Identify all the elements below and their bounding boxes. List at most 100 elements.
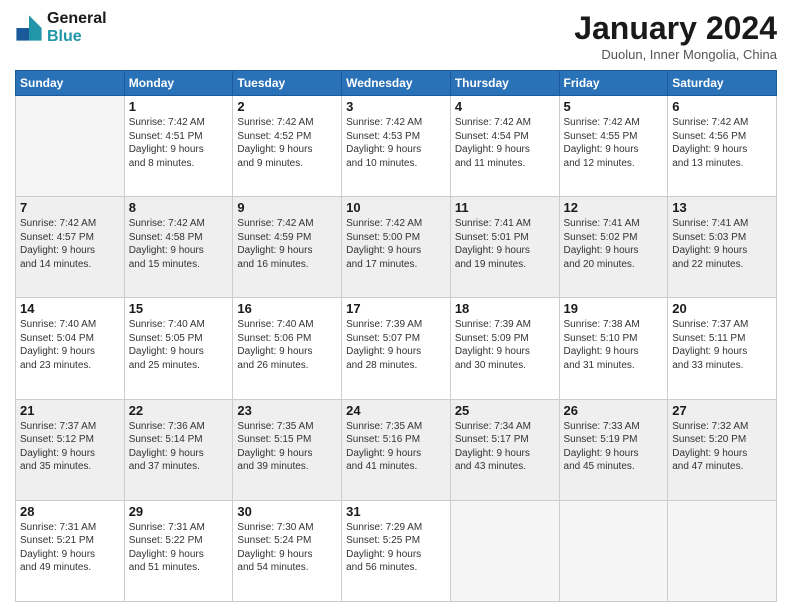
day-number: 26 bbox=[564, 403, 664, 418]
calendar-week-row: 21Sunrise: 7:37 AMSunset: 5:12 PMDayligh… bbox=[16, 399, 777, 500]
day-number: 10 bbox=[346, 200, 446, 215]
calendar-cell: 5 Sunrise: 7:42 AMSunset: 4:55 PMDaylight… bbox=[559, 96, 668, 197]
calendar-cell: 30Sunrise: 7:30 AMSunset: 5:24 PMDayligh… bbox=[233, 500, 342, 601]
day-info: Sunrise: 7:42 AMSunset: 4:59 PMDaylight:… bbox=[237, 217, 337, 271]
day-info: Sunrise: 7:36 AMSunset: 5:14 PMDaylight:… bbox=[129, 420, 229, 474]
day-number: 22 bbox=[129, 403, 229, 418]
calendar-cell bbox=[559, 500, 668, 601]
calendar-day-header: Thursday bbox=[450, 71, 559, 96]
day-number: 21 bbox=[20, 403, 120, 418]
calendar-cell: 9 Sunrise: 7:42 AMSunset: 4:59 PMDaylight… bbox=[233, 197, 342, 298]
calendar-cell: 10 Sunrise: 7:42 AMSunset: 5:00 PMDayligh… bbox=[342, 197, 451, 298]
day-number: 4 bbox=[455, 99, 555, 114]
calendar-cell: 3Sunrise: 7:42 AMSunset: 4:53 PMDaylight… bbox=[342, 96, 451, 197]
page: General Blue January 2024 Duolun, Inner … bbox=[0, 0, 792, 612]
calendar-cell bbox=[450, 500, 559, 601]
calendar-cell: 7 Sunrise: 7:42 AMSunset: 4:57 PMDaylight… bbox=[16, 197, 125, 298]
calendar-cell: 15Sunrise: 7:40 AMSunset: 5:05 PMDayligh… bbox=[124, 298, 233, 399]
calendar-day-header: Saturday bbox=[668, 71, 777, 96]
calendar-cell: 19 Sunrise: 7:38 AMSunset: 5:10 PMDayligh… bbox=[559, 298, 668, 399]
day-info: Sunrise: 7:31 AMSunset: 5:22 PMDaylight:… bbox=[129, 521, 229, 575]
day-info: Sunrise: 7:29 AMSunset: 5:25 PMDaylight:… bbox=[346, 521, 446, 575]
calendar-day-header: Tuesday bbox=[233, 71, 342, 96]
calendar-day-header: Monday bbox=[124, 71, 233, 96]
day-number: 3 bbox=[346, 99, 446, 114]
day-info: Sunrise: 7:42 AMSunset: 4:56 PMDaylight:… bbox=[672, 116, 772, 170]
day-number: 16 bbox=[237, 301, 337, 316]
calendar-week-row: 7 Sunrise: 7:42 AMSunset: 4:57 PMDaylight… bbox=[16, 197, 777, 298]
calendar-cell: 22 Sunrise: 7:36 AMSunset: 5:14 PMDayligh… bbox=[124, 399, 233, 500]
calendar-cell: 6 Sunrise: 7:42 AMSunset: 4:56 PMDaylight… bbox=[668, 96, 777, 197]
calendar-cell: 2 Sunrise: 7:42 AMSunset: 4:52 PMDaylight… bbox=[233, 96, 342, 197]
calendar-cell: 12 Sunrise: 7:41 AMSunset: 5:02 PMDayligh… bbox=[559, 197, 668, 298]
day-info: Sunrise: 7:40 AMSunset: 5:05 PMDaylight:… bbox=[129, 318, 229, 372]
day-number: 12 bbox=[564, 200, 664, 215]
day-info: Sunrise: 7:42 AMSunset: 4:54 PMDaylight:… bbox=[455, 116, 555, 170]
calendar-cell: 17Sunrise: 7:39 AMSunset: 5:07 PMDayligh… bbox=[342, 298, 451, 399]
day-info: Sunrise: 7:32 AMSunset: 5:20 PMDaylight:… bbox=[672, 420, 772, 474]
day-number: 19 bbox=[564, 301, 664, 316]
header: General Blue January 2024 Duolun, Inner … bbox=[15, 10, 777, 62]
day-number: 27 bbox=[672, 403, 772, 418]
day-number: 9 bbox=[237, 200, 337, 215]
day-number: 7 bbox=[20, 200, 120, 215]
calendar-cell: 29 Sunrise: 7:31 AMSunset: 5:22 PMDayligh… bbox=[124, 500, 233, 601]
calendar-cell: 16Sunrise: 7:40 AMSunset: 5:06 PMDayligh… bbox=[233, 298, 342, 399]
logo: General Blue bbox=[15, 10, 107, 46]
day-number: 31 bbox=[346, 504, 446, 519]
day-info: Sunrise: 7:39 AMSunset: 5:09 PMDaylight:… bbox=[455, 318, 555, 372]
day-info: Sunrise: 7:34 AMSunset: 5:17 PMDaylight:… bbox=[455, 420, 555, 474]
calendar-day-header: Sunday bbox=[16, 71, 125, 96]
day-info: Sunrise: 7:42 AMSunset: 4:57 PMDaylight:… bbox=[20, 217, 120, 271]
day-number: 13 bbox=[672, 200, 772, 215]
calendar-day-header: Wednesday bbox=[342, 71, 451, 96]
day-number: 20 bbox=[672, 301, 772, 316]
calendar-cell: 13 Sunrise: 7:41 AMSunset: 5:03 PMDayligh… bbox=[668, 197, 777, 298]
day-info: Sunrise: 7:35 AMSunset: 5:16 PMDaylight:… bbox=[346, 420, 446, 474]
day-number: 2 bbox=[237, 99, 337, 114]
calendar-cell: 28Sunrise: 7:31 AMSunset: 5:21 PMDayligh… bbox=[16, 500, 125, 601]
calendar-week-row: 1Sunrise: 7:42 AMSunset: 4:51 PMDaylight… bbox=[16, 96, 777, 197]
day-number: 8 bbox=[129, 200, 229, 215]
logo-text: General Blue bbox=[47, 10, 107, 46]
day-info: Sunrise: 7:42 AMSunset: 5:00 PMDaylight:… bbox=[346, 217, 446, 271]
day-info: Sunrise: 7:41 AMSunset: 5:03 PMDaylight:… bbox=[672, 217, 772, 271]
calendar-cell bbox=[16, 96, 125, 197]
day-info: Sunrise: 7:40 AMSunset: 5:04 PMDaylight:… bbox=[20, 318, 120, 372]
logo-icon bbox=[15, 14, 43, 42]
calendar-cell: 14 Sunrise: 7:40 AMSunset: 5:04 PMDayligh… bbox=[16, 298, 125, 399]
day-info: Sunrise: 7:33 AMSunset: 5:19 PMDaylight:… bbox=[564, 420, 664, 474]
day-info: Sunrise: 7:35 AMSunset: 5:15 PMDaylight:… bbox=[237, 420, 337, 474]
day-info: Sunrise: 7:41 AMSunset: 5:01 PMDaylight:… bbox=[455, 217, 555, 271]
calendar-cell: 26 Sunrise: 7:33 AMSunset: 5:19 PMDayligh… bbox=[559, 399, 668, 500]
calendar-cell: 23 Sunrise: 7:35 AMSunset: 5:15 PMDayligh… bbox=[233, 399, 342, 500]
day-info: Sunrise: 7:42 AMSunset: 4:52 PMDaylight:… bbox=[237, 116, 337, 170]
subtitle: Duolun, Inner Mongolia, China bbox=[574, 47, 777, 62]
day-number: 29 bbox=[129, 504, 229, 519]
day-number: 6 bbox=[672, 99, 772, 114]
day-number: 17 bbox=[346, 301, 446, 316]
calendar-cell: 31 Sunrise: 7:29 AMSunset: 5:25 PMDayligh… bbox=[342, 500, 451, 601]
month-title: January 2024 bbox=[574, 10, 777, 47]
day-info: Sunrise: 7:37 AMSunset: 5:11 PMDaylight:… bbox=[672, 318, 772, 372]
day-info: Sunrise: 7:42 AMSunset: 4:58 PMDaylight:… bbox=[129, 217, 229, 271]
day-info: Sunrise: 7:31 AMSunset: 5:21 PMDaylight:… bbox=[20, 521, 120, 575]
day-number: 30 bbox=[237, 504, 337, 519]
day-info: Sunrise: 7:42 AMSunset: 4:51 PMDaylight:… bbox=[129, 116, 229, 170]
calendar-cell: 4 Sunrise: 7:42 AMSunset: 4:54 PMDaylight… bbox=[450, 96, 559, 197]
calendar-table: SundayMondayTuesdayWednesdayThursdayFrid… bbox=[15, 70, 777, 602]
day-number: 18 bbox=[455, 301, 555, 316]
calendar-week-row: 14 Sunrise: 7:40 AMSunset: 5:04 PMDayligh… bbox=[16, 298, 777, 399]
day-number: 14 bbox=[20, 301, 120, 316]
day-number: 5 bbox=[564, 99, 664, 114]
calendar-cell: 8 Sunrise: 7:42 AMSunset: 4:58 PMDaylight… bbox=[124, 197, 233, 298]
day-info: Sunrise: 7:42 AMSunset: 4:55 PMDaylight:… bbox=[564, 116, 664, 170]
day-info: Sunrise: 7:41 AMSunset: 5:02 PMDaylight:… bbox=[564, 217, 664, 271]
calendar-header-row: SundayMondayTuesdayWednesdayThursdayFrid… bbox=[16, 71, 777, 96]
calendar-day-header: Friday bbox=[559, 71, 668, 96]
day-number: 24 bbox=[346, 403, 446, 418]
day-info: Sunrise: 7:38 AMSunset: 5:10 PMDaylight:… bbox=[564, 318, 664, 372]
calendar-cell: 11Sunrise: 7:41 AMSunset: 5:01 PMDayligh… bbox=[450, 197, 559, 298]
title-area: January 2024 Duolun, Inner Mongolia, Chi… bbox=[574, 10, 777, 62]
day-number: 23 bbox=[237, 403, 337, 418]
